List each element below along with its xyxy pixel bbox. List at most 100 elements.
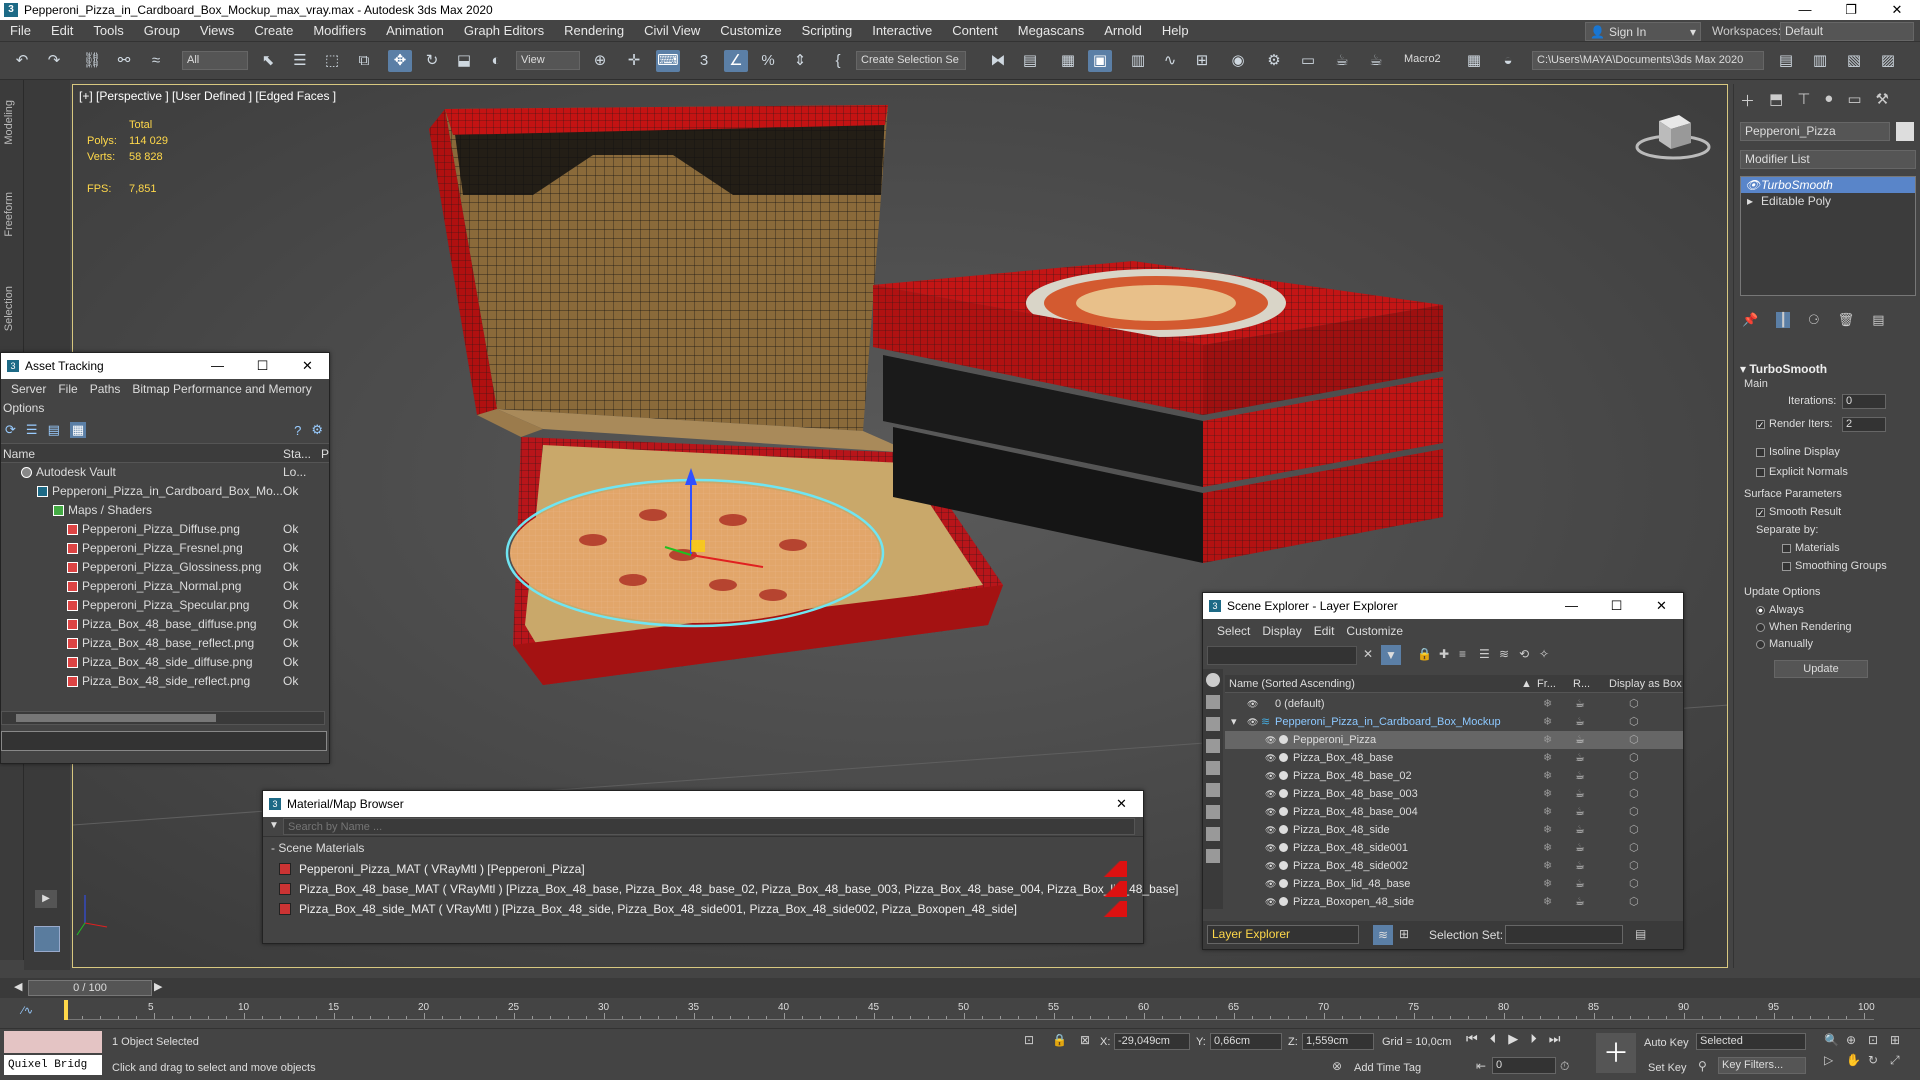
menu-group[interactable]: Group [134,20,190,42]
renderable-icon[interactable]: ☕ [1575,893,1585,911]
select-by-name-icon[interactable]: ☰ [288,50,312,72]
display-as-box-icon[interactable]: ⬡ [1629,695,1639,713]
column-display-as-box[interactable]: Display as Box [1609,675,1682,693]
filter-icon[interactable]: ▼ [1381,645,1401,665]
asset-row[interactable]: Pizza_Box_48_side_reflect.png Ok [1,672,329,691]
time-slider-thumb[interactable]: 0 / 100 [28,980,152,996]
sort-ascending-icon[interactable]: ▲ [1521,675,1532,693]
display-spacewarps-icon[interactable] [1206,783,1220,797]
pan-icon[interactable]: ✋ [1846,1053,1868,1068]
asset-row[interactable]: Pizza_Box_48_side_diffuse.png Ok [1,653,329,672]
project-save-icon[interactable]: ▧ [1842,50,1866,72]
menu-animation[interactable]: Animation [376,20,454,42]
project-path-dropdown[interactable]: C:\Users\MAYA\Documents\3ds Max 2020 [1532,51,1764,70]
asset-row[interactable]: Pepperoni_Pizza_Glossiness.png Ok [1,558,329,577]
visibility-eye-icon[interactable]: 👁 [1265,803,1276,821]
display-as-box-icon[interactable]: ⬡ [1629,893,1639,911]
update-when-rendering-row[interactable]: When Rendering [1756,621,1852,633]
selection-set-edit-icon[interactable]: ▤ [1635,927,1646,941]
renderable-icon[interactable]: ☕ [1575,857,1585,875]
show-end-result-icon[interactable]: ┃ [1776,312,1791,328]
when-rendering-radio[interactable] [1756,622,1765,632]
asset-row[interactable]: Pepperoni_Pizza_Specular.png Ok [1,596,329,615]
iterations-spinner[interactable]: 0 [1842,394,1886,409]
add-to-layer-icon[interactable]: ≡ [1459,647,1466,661]
project-open-icon[interactable]: ▥ [1808,50,1832,72]
display-as-box-icon[interactable]: ⬡ [1629,857,1639,875]
asset-row[interactable]: Pepperoni_Pizza_in_Cardboard_Box_Mo... Ok [1,482,329,501]
display-geometry-icon[interactable] [1206,673,1220,687]
reference-coordinate-dropdown[interactable]: View [516,51,580,70]
redo-icon[interactable]: ↷ [42,50,66,72]
scene-row[interactable]: 👁 Pizza_Boxopen_48_side ❄ ☕ ⬡ [1225,893,1683,911]
select-manipulate-icon[interactable]: ✛ [622,50,646,72]
object-name-field[interactable]: Pepperoni_Pizza [1740,122,1890,141]
menu-help[interactable]: Help [1152,20,1199,42]
asset-row[interactable]: Autodesk Vault Lo... [1,463,329,482]
macro-grid-icon[interactable]: ▦ [1462,50,1486,72]
settings-icon[interactable]: ⚙ [311,422,323,438]
zoom-extents-icon[interactable]: ⊡ [1868,1033,1890,1047]
render-iterative-icon[interactable]: ☕ [1364,50,1388,72]
select-object-icon[interactable]: ⬉ [256,50,280,72]
asset-row[interactable]: Pepperoni_Pizza_Fresnel.png Ok [1,539,329,558]
render-iters-spinner[interactable]: 2 [1842,417,1886,432]
materials-checkbox[interactable] [1782,543,1791,553]
column-status[interactable]: Sta... [283,444,311,464]
utilities-tab-icon[interactable]: ⚒ [1876,90,1889,111]
menu-tools[interactable]: Tools [83,20,133,42]
maximize-viewport-icon[interactable]: ⤢ [1890,1053,1912,1068]
spinner-snap-icon[interactable]: ⇕ [788,50,812,72]
scene-row[interactable]: 👁 0 (default) ❄ ☕ ⬡ [1225,695,1683,713]
rendered-frame-window-icon[interactable]: ▭ [1296,50,1320,72]
material-editor-icon[interactable]: ◉ [1226,50,1250,72]
visibility-eye-icon[interactable]: 👁 [1265,857,1276,875]
eye-icon[interactable]: 👁 [1745,177,1760,193]
menu-graph-editors[interactable]: Graph Editors [454,20,554,42]
menu-customize[interactable]: Customize [710,20,791,42]
current-frame-marker[interactable] [64,1000,68,1020]
column-name-sorted[interactable]: Name (Sorted Ascending) [1229,675,1355,693]
menu-views[interactable]: Views [190,20,244,42]
move-icon[interactable]: ✥ [388,50,412,72]
play-arrow-icon[interactable]: ▶ [35,890,57,908]
selection-set-dropdown[interactable] [1505,925,1623,944]
close-icon[interactable]: ✕ [285,353,330,379]
zoom-extents-all-icon[interactable]: ⊞ [1890,1033,1912,1047]
menu-content[interactable]: Content [942,20,1008,42]
expand-arrow-icon[interactable]: ▸ [1747,193,1753,209]
new-layer-icon[interactable]: ✚ [1439,647,1449,661]
selection-set-dropdown[interactable]: Create Selection Se [856,51,966,70]
column-name[interactable]: Name [3,444,35,464]
schematic-view-icon[interactable]: ⊞ [1190,50,1214,72]
modify-tab-icon[interactable]: ⬒ [1769,90,1783,111]
layer-explorer-icon[interactable]: ≋ [1373,925,1393,945]
toggle-scene-explorer-icon[interactable]: ▦ [1056,50,1080,72]
display-groups-icon[interactable] [1206,805,1220,819]
render-iters-checkbox[interactable]: ✓ [1756,419,1765,429]
lock-icon[interactable]: 🔒 [1417,647,1432,661]
absolute-mode-icon[interactable]: ⊠ [1080,1033,1090,1047]
scene-row[interactable]: 👁 Pizza_Box_48_base ❄ ☕ ⬡ [1225,749,1683,767]
horizontal-scrollbar[interactable] [1,711,325,725]
renderable-icon[interactable]: ☕ [1575,839,1585,857]
z-coordinate-field[interactable]: 1,559cm [1302,1033,1374,1050]
display-helpers-icon[interactable] [1206,761,1220,775]
scene-row[interactable]: 👁 Pizza_Box_48_base_02 ❄ ☕ ⬡ [1225,767,1683,785]
display-as-box-icon[interactable]: ⬡ [1629,803,1639,821]
menu-paths[interactable]: Paths [84,382,127,396]
menu-options[interactable]: Options [1,399,329,417]
minimize-icon[interactable]: — [1782,0,1828,20]
minimize-icon[interactable]: — [195,353,240,379]
scene-material-row[interactable]: Pizza_Box_48_base_MAT ( VRayMtl ) [Pizza… [263,879,1178,899]
unlink-icon[interactable]: ⚯ [112,50,136,72]
expand-arrow-icon[interactable]: ▾ [1231,713,1237,731]
explicit-normals-checkbox[interactable] [1756,467,1765,477]
sync-icon[interactable]: ✧ [1539,647,1549,661]
scene-search-input[interactable] [1207,646,1357,665]
time-tag-icon[interactable]: ⊗ [1332,1059,1342,1073]
ribbon-tab-modeling[interactable]: Modeling [3,100,15,145]
close-icon[interactable]: ✕ [1099,791,1144,817]
scene-material-row[interactable]: Pizza_Box_48_side_MAT ( VRayMtl ) [Pizza… [263,899,1143,919]
maxscript-listener-pink[interactable] [4,1031,102,1053]
